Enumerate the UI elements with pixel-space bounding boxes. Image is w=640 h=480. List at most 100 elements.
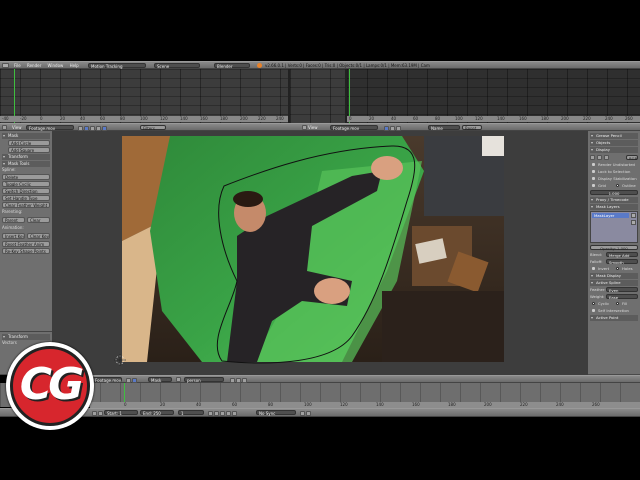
menu-file[interactable]: File [14,63,21,68]
holes-checkbox[interactable]: Holes [614,265,638,272]
switch-direction-button[interactable]: Switch Direction [2,188,50,194]
frames-icon[interactable] [384,125,389,131]
reset-button[interactable]: Reset [462,125,482,131]
end-frame-field[interactable]: End: 250 [140,410,174,416]
start-frame-field[interactable]: Start: 1 [104,410,138,416]
render-engine-select[interactable]: Blender Render [214,63,250,74]
clear-button[interactable]: Clear [27,217,50,223]
display-stabilization-checkbox[interactable]: Display Stabilization [590,175,638,182]
menu-help[interactable]: Help [70,63,79,68]
opacity-field[interactable]: Opacity: 1.000 [590,245,638,251]
add-circle-button[interactable]: Add Circle [8,140,50,146]
jump-start-icon[interactable] [92,410,97,416]
clip-viewport[interactable] [52,131,588,375]
record-icon[interactable] [300,410,305,416]
sync-mode-select[interactable]: No Sync [256,410,296,416]
ruler-tick: 60 [232,402,238,407]
mask-mode-icon[interactable] [84,125,89,131]
mask-edit-icon[interactable] [132,377,137,383]
jump-end-icon[interactable] [232,410,237,416]
render-icon[interactable] [242,377,247,383]
clear-key-button[interactable]: Clear Key [27,233,50,239]
self-intersection-checkbox[interactable]: Self Intersection [590,307,638,314]
channel-r-icon[interactable] [590,154,595,160]
keying-set-icon[interactable] [306,410,311,416]
clip-select-bottom[interactable]: Footage.mov [92,377,122,383]
set-handle-type-button[interactable]: Set Handle Type [2,195,50,201]
dopesheet-area[interactable] [0,69,288,123]
add-square-button[interactable]: Add Square [8,147,50,153]
insert-key-button[interactable]: Insert Key [2,233,25,239]
play-reverse-icon[interactable] [214,410,219,416]
pivot-icon[interactable] [90,125,95,131]
mask-layer-list[interactable]: MaskLayer [590,211,638,243]
grid-checkbox[interactable]: Grid [590,182,614,189]
menu-window[interactable]: Window [48,63,64,68]
falloff-select[interactable]: Smooth [606,259,638,265]
display-mode-select[interactable]: RGB [626,154,638,161]
menu-render[interactable]: Render [27,63,41,68]
operator-title[interactable]: Transform [2,334,50,340]
editor-type-icon[interactable] [2,125,7,130]
mask-layer-item[interactable]: MaskLayer [592,213,629,218]
skip-forward-icon[interactable] [226,410,231,416]
remove-layer-icon[interactable] [631,220,636,225]
lock-icon[interactable] [396,125,401,131]
mask-layers-section[interactable]: Mask Layers [590,204,638,210]
weight-select[interactable]: Ease [606,294,638,300]
lock-icon[interactable] [96,125,101,131]
tracking-mode-icon[interactable] [78,125,83,131]
filter-icon[interactable] [102,125,107,131]
fill-checkbox[interactable]: Fill [614,300,638,307]
render-undistorted-checkbox[interactable]: Render Undistorted [590,161,638,168]
play-icon[interactable] [220,410,225,416]
toggle-cyclic-button[interactable]: Toggle Cyclic [2,181,50,187]
mask-name-field[interactable]: person [184,377,224,383]
clip-select[interactable]: Footage.mov [330,125,378,131]
parent-button-row: Parent Clear [2,216,50,224]
marker-icon[interactable] [98,410,103,416]
scene-select[interactable]: Scene [154,63,200,69]
channel-g-icon[interactable] [597,154,602,160]
clear-feather-button[interactable]: Clear Feather Weight [2,202,50,208]
curves-icon[interactable] [390,125,395,131]
cyclic-checkbox[interactable]: Cyclic [590,300,614,307]
lock-selection-checkbox[interactable]: Lock to Selection [590,168,638,175]
mask-browse-icon[interactable] [176,377,181,382]
blend-select[interactable]: Merge Add [606,252,638,258]
proportional-icon[interactable] [230,377,235,383]
invert-checkbox[interactable]: Invert [590,265,614,272]
editor-type-icon[interactable] [302,125,307,130]
mask-display-section[interactable]: Mask Display [590,273,638,279]
grease-pencil-section[interactable]: Grease Pencil [590,133,638,139]
active-spline-section[interactable]: Active Spline [590,280,638,286]
rekey-shape-points-button[interactable]: Re-Key Shape Points [2,248,50,254]
clip-select[interactable]: Footage.mov [26,125,74,131]
add-layer-icon[interactable] [631,213,636,218]
parent-button[interactable]: Parent [2,217,25,223]
channel-b-icon[interactable] [604,154,609,160]
display-mode-select[interactable]: Name [428,125,460,131]
clip-mode-icon[interactable] [126,377,131,383]
graph-area-right[interactable] [347,69,640,123]
current-frame-field[interactable]: 1 [178,410,204,416]
proxy-timecode-section[interactable]: Proxy / Timecode [590,197,638,203]
delete-button[interactable]: Delete [2,174,50,180]
transform-section-title[interactable]: Transform [2,154,50,160]
outline-checkbox[interactable]: Outline [614,182,638,189]
skip-back-icon[interactable] [208,410,213,416]
screen-layout-select[interactable]: Motion Tracking [88,63,146,69]
graph-area[interactable] [290,69,345,123]
editor-type-icon[interactable] [2,63,9,68]
active-point-section[interactable]: Active Point [590,315,638,321]
pixel-aspect-field[interactable]: 1.000 [590,190,638,196]
mask-mode-select[interactable]: Mask [148,377,172,383]
snap-icon[interactable] [236,377,241,383]
filters-button[interactable]: Filters [140,125,166,131]
mask-section-title[interactable]: Mask [2,133,50,139]
reset-feather-anim-button[interactable]: Reset Feather Anim [2,241,50,247]
mask-tools-section-title[interactable]: Mask Tools [2,161,50,167]
objects-section[interactable]: Objects [590,140,638,146]
display-section[interactable]: Display [590,147,638,153]
feather-select[interactable]: Even [606,287,638,293]
